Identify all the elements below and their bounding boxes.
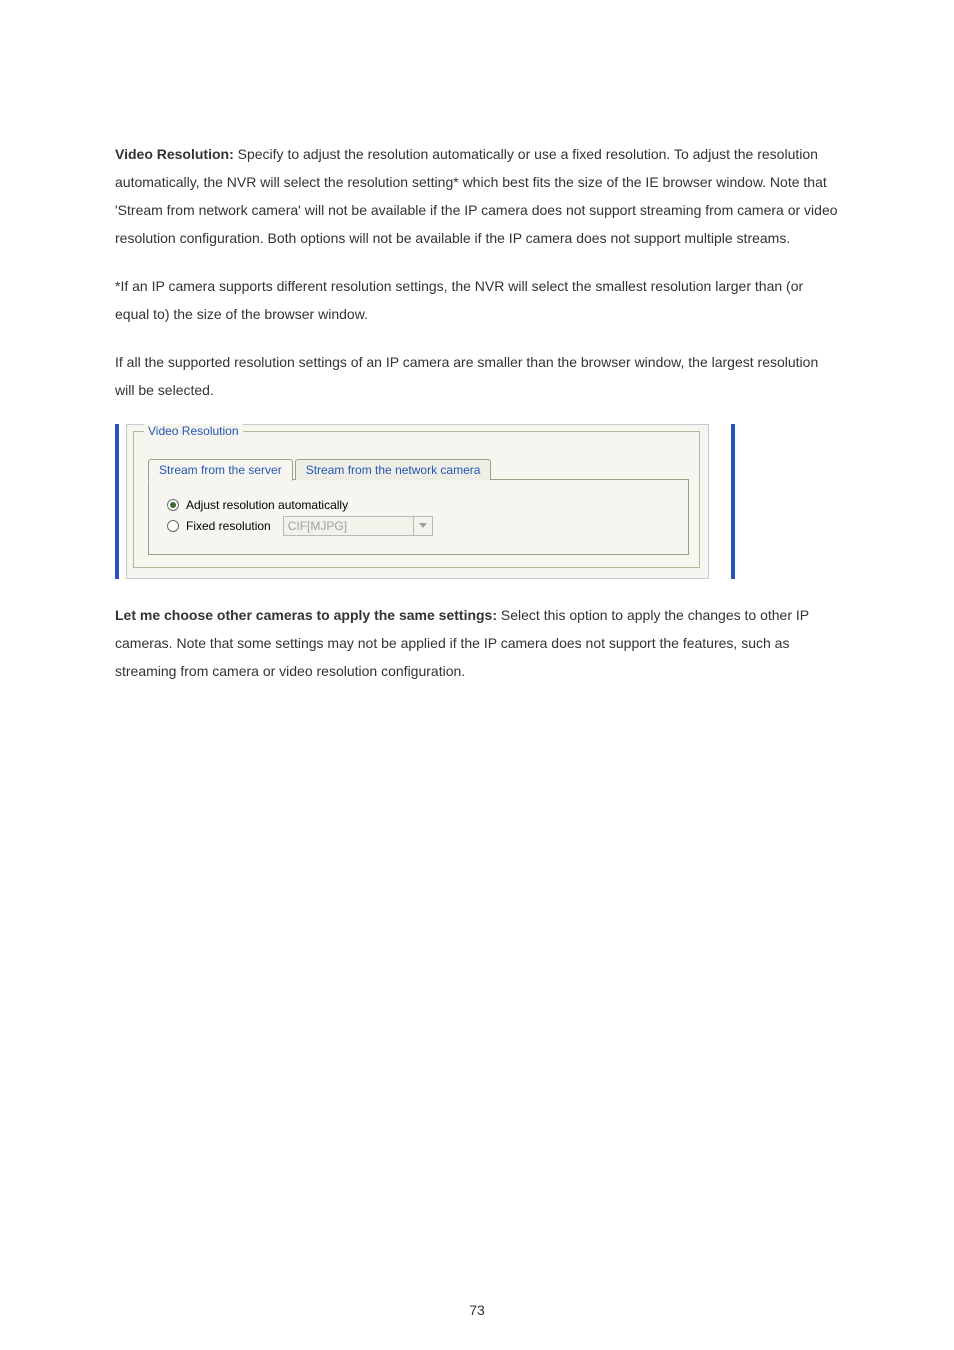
fixed-resolution-combobox[interactable]: CIF[MJPG] <box>283 516 433 536</box>
dialog-outer-panel: Video Resolution Stream from the server … <box>126 424 709 579</box>
radio-fixed-label: Fixed resolution <box>186 519 271 533</box>
para1-lead: Video Resolution: <box>115 146 234 162</box>
groupbox-video-resolution: Video Resolution Stream from the server … <box>133 431 700 568</box>
paragraph-smaller-note: If all the supported resolution settings… <box>115 348 839 404</box>
radio-fixed-resolution[interactable]: Fixed resolution CIF[MJPG] <box>167 516 678 536</box>
paragraph-video-resolution: Video Resolution: Specify to adjust the … <box>115 140 839 252</box>
tab-stream-from-server[interactable]: Stream from the server <box>148 459 293 481</box>
paragraph-asterisk-note: *If an IP camera supports different reso… <box>115 272 839 328</box>
chevron-down-icon <box>419 523 427 529</box>
tab-bar: Stream from the server Stream from the n… <box>148 458 689 480</box>
para4-lead: Let me choose other cameras to apply the… <box>115 607 497 623</box>
combobox-dropdown-button[interactable] <box>413 517 432 535</box>
combobox-value: CIF[MJPG] <box>284 519 413 533</box>
tab-body: Adjust resolution automatically Fixed re… <box>148 480 689 555</box>
dialog-left-accent <box>115 424 119 579</box>
groupbox-legend: Video Resolution <box>144 424 243 438</box>
dialog-video-resolution: Video Resolution Stream from the server … <box>115 424 735 579</box>
radio-auto-label: Adjust resolution automatically <box>186 498 348 512</box>
radio-dot-selected-icon <box>167 499 179 511</box>
radio-dot-unselected-icon <box>167 520 179 532</box>
paragraph-let-me-choose: Let me choose other cameras to apply the… <box>115 601 839 685</box>
dialog-right-accent <box>731 424 735 579</box>
page-number: 73 <box>0 1302 954 1318</box>
tab-stream-from-network-camera[interactable]: Stream from the network camera <box>295 459 492 480</box>
radio-adjust-automatically[interactable]: Adjust resolution automatically <box>167 498 678 512</box>
